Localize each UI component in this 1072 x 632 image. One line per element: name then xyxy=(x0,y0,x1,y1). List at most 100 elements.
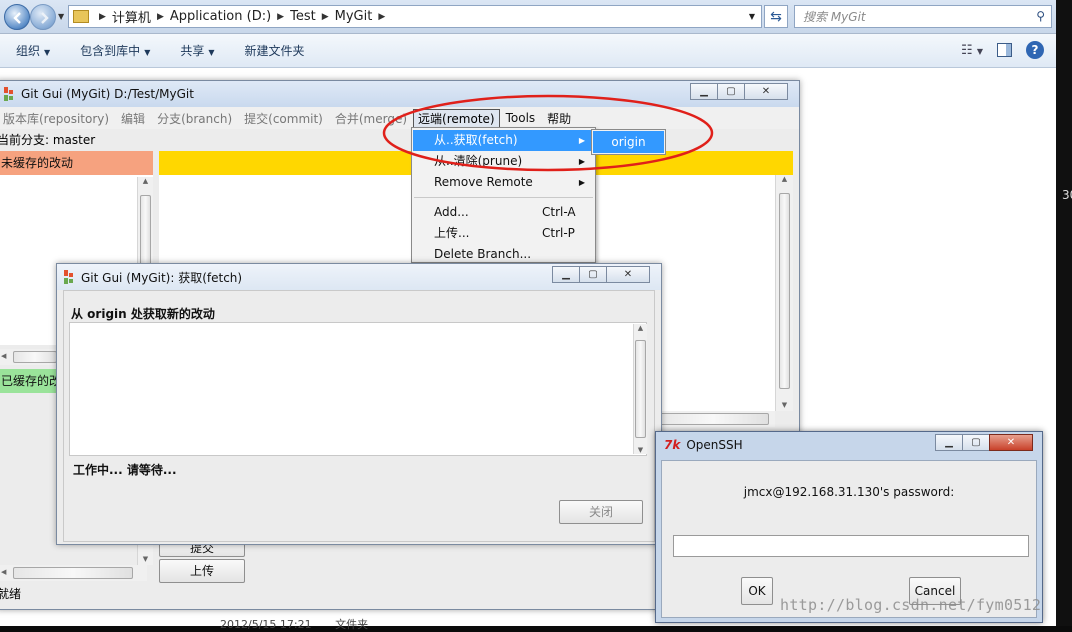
breadcrumb-test[interactable]: Test xyxy=(290,9,316,24)
fetch-dialog-titlebar: Git Gui (MyGit): 获取(fetch) ▁ ▢ ✕ xyxy=(57,264,661,290)
minimize-button[interactable]: ▁ xyxy=(552,266,580,283)
scroll-up-icon[interactable]: ▲ xyxy=(776,175,793,183)
chevron-right-icon: ▶ xyxy=(99,11,106,22)
file-date: 2012/5/15 17:21 xyxy=(220,618,312,631)
fetch-log-scrollbar[interactable]: ▲ ▼ xyxy=(633,324,647,454)
submenu-arrow-icon: ▶ xyxy=(578,178,585,187)
hscroll-thumb[interactable] xyxy=(13,567,133,579)
desktop-edge xyxy=(1056,0,1072,626)
command-bar: 组织 ▼ 包含到库中 ▼ 共享 ▼ 新建文件夹 ☷ ▼ ? xyxy=(0,34,1056,68)
refresh-button[interactable]: ⇆ xyxy=(764,5,788,28)
menu-item-label: Delete Branch... xyxy=(434,247,532,261)
chevron-down-icon: ▼ xyxy=(208,48,215,57)
hscroll-thumb[interactable] xyxy=(657,413,769,425)
fetch-output-log[interactable] xyxy=(69,322,647,456)
git-logo-icon xyxy=(3,86,15,102)
scroll-down-icon[interactable]: ▼ xyxy=(776,401,793,409)
breadcrumb-mygit[interactable]: MyGit xyxy=(335,9,373,24)
include-label: 包含到库中 xyxy=(80,44,141,58)
chevron-right-icon: ▶ xyxy=(277,11,285,22)
maximize-button[interactable]: ▢ xyxy=(962,434,990,451)
diff-hscrollbar[interactable] xyxy=(657,411,775,427)
fetch-close-button[interactable]: 关闭 xyxy=(559,500,643,524)
maximize-button[interactable]: ▢ xyxy=(717,83,745,100)
refresh-icon: ⇆ xyxy=(770,8,782,25)
current-branch-label: 当前分支: master xyxy=(0,133,96,147)
close-button[interactable]: ✕ xyxy=(606,266,650,283)
scroll-left-icon[interactable]: ◀ xyxy=(1,568,6,576)
address-bar: ▼ ▶ 计算机 ▶ Application (D:) ▶ Test ▶ MyGi… xyxy=(0,0,1056,34)
password-field[interactable] xyxy=(673,535,1029,557)
menu-repository[interactable]: 版本库(repository) xyxy=(0,110,115,127)
folder-icon xyxy=(73,10,89,23)
search-icon: ⚲ xyxy=(1036,9,1045,23)
menu-item-label: Remove Remote xyxy=(434,175,533,189)
address-input[interactable]: ▶ 计算机 ▶ Application (D:) ▶ Test ▶ MyGit … xyxy=(68,5,762,28)
scroll-thumb[interactable] xyxy=(635,340,646,438)
menu-item-push[interactable]: 上传... Ctrl-P xyxy=(413,223,594,244)
password-prompt: jmcx@192.168.31.130's password: xyxy=(743,485,955,499)
git-logo-icon xyxy=(63,269,75,285)
history-dropdown-icon[interactable]: ▼ xyxy=(58,12,64,21)
edge-digit: 30 xyxy=(1062,188,1072,202)
chevron-right-icon: ▶ xyxy=(156,11,164,22)
close-button[interactable]: ✕ xyxy=(989,434,1033,451)
minimize-button[interactable]: ▁ xyxy=(935,434,963,451)
forward-button[interactable] xyxy=(30,4,56,30)
tk-logo-icon: 7k xyxy=(664,438,681,452)
scroll-thumb[interactable] xyxy=(779,193,790,389)
menu-item-remove-remote[interactable]: Remove Remote ▶ xyxy=(413,172,594,193)
scroll-down-icon[interactable]: ▼ xyxy=(138,555,153,563)
search-input[interactable]: 搜索 MyGit ⚲ xyxy=(794,5,1052,28)
menu-item-shortcut: Ctrl-P xyxy=(542,226,575,240)
scroll-up-icon[interactable]: ▲ xyxy=(634,324,647,332)
menu-item-add[interactable]: Add... Ctrl-A xyxy=(413,202,594,223)
scroll-left-icon[interactable]: ◀ xyxy=(1,352,6,360)
unstaged-changes-header: 未缓存的改动 xyxy=(0,151,153,175)
file-row[interactable]: 2012/5/15 17:21 文件夹 xyxy=(220,616,368,632)
openssh-window-controls: ▁ ▢ ✕ xyxy=(935,434,1033,451)
view-options-icon[interactable]: ☷ ▼ xyxy=(961,43,983,58)
menu-item-shortcut: Ctrl-A xyxy=(542,205,576,219)
push-button[interactable]: 上传 xyxy=(159,559,245,583)
scroll-down-icon[interactable]: ▼ xyxy=(634,446,647,454)
openssh-title: OpenSSH xyxy=(686,438,743,452)
breadcrumb-computer[interactable]: 计算机 xyxy=(112,7,151,26)
address-dropdown-icon[interactable]: ▼ xyxy=(749,12,755,21)
organize-label: 组织 xyxy=(16,44,41,58)
menu-item-delete-branch[interactable]: Delete Branch... xyxy=(413,244,594,265)
breadcrumb-drive[interactable]: Application (D:) xyxy=(170,9,271,24)
preview-pane-icon[interactable] xyxy=(997,43,1012,57)
menu-item-label: 上传... xyxy=(434,226,470,240)
organize-button[interactable]: 组织 ▼ xyxy=(16,42,50,59)
staged-changes-header: 已缓存的改动 xyxy=(0,369,61,393)
status-bar: 就绪 xyxy=(0,587,22,601)
ok-button[interactable]: OK xyxy=(741,577,773,605)
include-in-library-button[interactable]: 包含到库中 ▼ xyxy=(80,42,150,59)
menu-edit[interactable]: 编辑 xyxy=(115,110,151,127)
share-label: 共享 xyxy=(180,44,205,58)
chevron-right-icon: ▶ xyxy=(378,11,386,22)
search-placeholder: 搜索 MyGit xyxy=(803,10,866,24)
openssh-titlebar: 7k OpenSSH ▁ ▢ ✕ xyxy=(656,432,1042,458)
diff-scrollbar[interactable]: ▲ ▼ xyxy=(775,175,793,411)
fetch-dialog: Git Gui (MyGit): 获取(fetch) ▁ ▢ ✕ 从 origi… xyxy=(56,263,662,545)
menu-separator xyxy=(414,197,593,198)
new-folder-button[interactable]: 新建文件夹 xyxy=(245,42,305,59)
maximize-button[interactable]: ▢ xyxy=(579,266,607,283)
hscroll-thumb[interactable] xyxy=(13,351,57,363)
staged-hscrollbar[interactable]: ◀ xyxy=(0,565,147,581)
scroll-up-icon[interactable]: ▲ xyxy=(138,177,153,185)
back-button[interactable] xyxy=(4,4,30,30)
share-button[interactable]: 共享 ▼ xyxy=(180,42,214,59)
chevron-down-icon: ▼ xyxy=(144,48,151,57)
chevron-right-icon: ▶ xyxy=(321,11,329,22)
menu-commit[interactable]: 提交(commit) xyxy=(238,110,329,127)
staged-scrollbar[interactable]: ▼ xyxy=(137,545,153,565)
help-icon[interactable]: ? xyxy=(1026,41,1044,59)
fetch-heading: 从 origin 处获取新的改动 xyxy=(71,307,215,321)
close-button[interactable]: ✕ xyxy=(744,83,788,100)
new-folder-label: 新建文件夹 xyxy=(244,44,305,58)
openssh-body: jmcx@192.168.31.130's password: OK Cance… xyxy=(661,460,1037,618)
menu-branch[interactable]: 分支(branch) xyxy=(151,110,238,127)
